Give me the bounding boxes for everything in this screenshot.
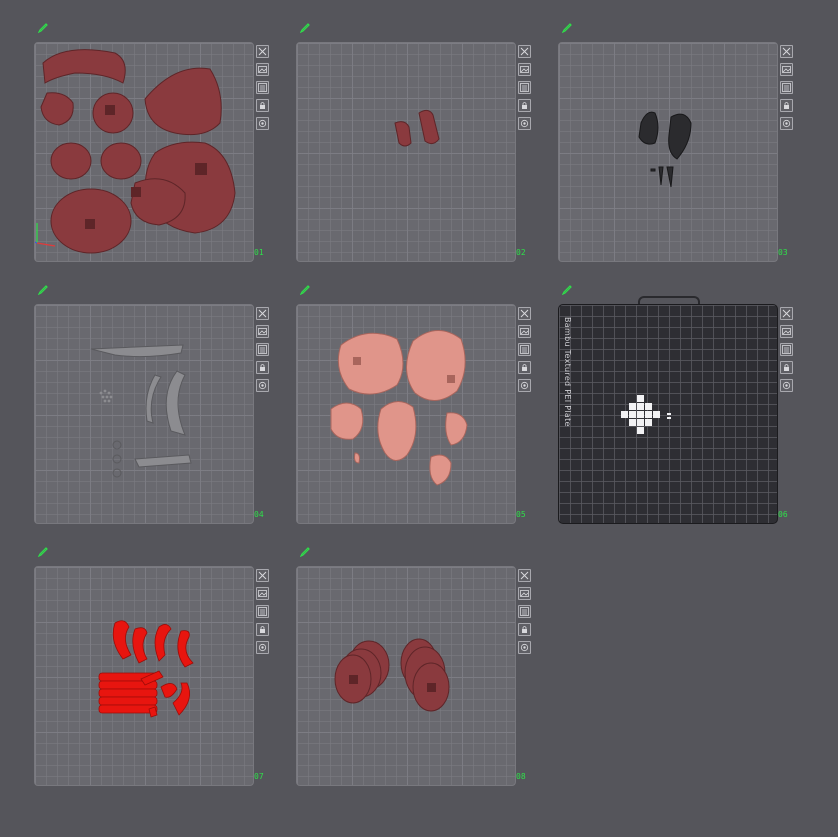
edit-plate-icon[interactable]	[300, 23, 310, 33]
lock-icon[interactable]	[256, 361, 269, 374]
settings-icon[interactable]	[256, 117, 269, 130]
plate-toolbar	[256, 307, 269, 397]
arrange-icon[interactable]	[518, 343, 531, 356]
close-icon[interactable]	[518, 307, 531, 320]
plate-objects	[334, 638, 450, 712]
image-icon[interactable]	[518, 587, 531, 600]
plate-toolbar	[256, 45, 269, 135]
build-plate[interactable]	[296, 42, 516, 262]
plate-objects	[35, 49, 236, 254]
arrange-icon[interactable]	[780, 343, 793, 356]
settings-icon[interactable]	[518, 117, 531, 130]
plate-objects	[638, 111, 692, 188]
settings-icon[interactable]	[518, 379, 531, 392]
image-icon[interactable]	[256, 587, 269, 600]
edit-plate-icon[interactable]	[300, 547, 310, 557]
plate-number-label: 07	[254, 772, 264, 781]
plate-objects	[330, 330, 468, 486]
close-icon[interactable]	[518, 569, 531, 582]
edit-plate-icon[interactable]	[38, 547, 48, 557]
lock-icon[interactable]	[518, 623, 531, 636]
plate-objects	[90, 344, 192, 478]
lock-icon[interactable]	[256, 99, 269, 112]
build-plate[interactable]: Bambu Textured PEI Plate	[558, 304, 778, 524]
image-icon[interactable]	[780, 325, 793, 338]
image-icon[interactable]	[256, 63, 269, 76]
plate-number-label: 06	[778, 510, 788, 519]
plate-slot-02: 02	[296, 23, 546, 266]
close-icon[interactable]	[518, 45, 531, 58]
plate-number-label: 02	[516, 248, 526, 257]
close-icon[interactable]	[780, 307, 793, 320]
build-plate[interactable]	[34, 42, 254, 262]
edit-plate-icon[interactable]	[38, 285, 48, 295]
build-plate[interactable]	[296, 304, 516, 524]
lock-icon[interactable]	[780, 361, 793, 374]
plate-objects	[98, 620, 194, 718]
plate-slot-03: 03	[558, 23, 808, 266]
plate-number-label: 08	[516, 772, 526, 781]
close-icon[interactable]	[780, 45, 793, 58]
build-plate[interactable]	[34, 566, 254, 786]
edit-plate-icon[interactable]	[562, 285, 572, 295]
close-icon[interactable]	[256, 569, 269, 582]
settings-icon[interactable]	[256, 379, 269, 392]
lock-icon[interactable]	[780, 99, 793, 112]
settings-icon[interactable]	[518, 641, 531, 654]
plate-slot-08: 08	[296, 547, 546, 790]
image-icon[interactable]	[780, 63, 793, 76]
plate-slot-04: 04	[34, 285, 284, 528]
build-plate[interactable]	[558, 42, 778, 262]
plate-number-label: 04	[254, 510, 264, 519]
plate-toolbar	[256, 569, 269, 659]
arrange-icon[interactable]	[256, 605, 269, 618]
lock-icon[interactable]	[256, 623, 269, 636]
close-icon[interactable]	[256, 307, 269, 320]
plate-toolbar	[518, 45, 531, 135]
edit-plate-icon[interactable]	[38, 23, 48, 33]
arrange-icon[interactable]	[518, 81, 531, 94]
image-icon[interactable]	[518, 63, 531, 76]
plate-slot-07: 07	[34, 547, 284, 790]
settings-icon[interactable]	[780, 117, 793, 130]
plate-objects	[394, 109, 440, 147]
settings-icon[interactable]	[256, 641, 269, 654]
arrange-icon[interactable]	[256, 81, 269, 94]
lock-icon[interactable]	[518, 99, 531, 112]
arrange-icon[interactable]	[256, 343, 269, 356]
image-icon[interactable]	[256, 325, 269, 338]
arrange-icon[interactable]	[780, 81, 793, 94]
plate-toolbar	[518, 307, 531, 397]
image-icon[interactable]	[518, 325, 531, 338]
plate-slot-06: Bambu Textured PEI Plate 06	[558, 285, 808, 528]
plate-number-label: 05	[516, 510, 526, 519]
build-plate[interactable]	[296, 566, 516, 786]
plate-number-label: 01	[254, 248, 264, 257]
plate-toolbar	[780, 307, 793, 397]
plate-objects	[621, 395, 671, 434]
plate-number-label: 03	[778, 248, 788, 257]
plate-slot-05: 05	[296, 285, 546, 528]
edit-plate-icon[interactable]	[562, 23, 572, 33]
settings-icon[interactable]	[780, 379, 793, 392]
build-plate[interactable]	[34, 304, 254, 524]
close-icon[interactable]	[256, 45, 269, 58]
lock-icon[interactable]	[518, 361, 531, 374]
plate-toolbar	[518, 569, 531, 659]
arrange-icon[interactable]	[518, 605, 531, 618]
edit-plate-icon[interactable]	[300, 285, 310, 295]
plate-toolbar	[780, 45, 793, 135]
plate-slot-01: 01	[34, 23, 284, 266]
